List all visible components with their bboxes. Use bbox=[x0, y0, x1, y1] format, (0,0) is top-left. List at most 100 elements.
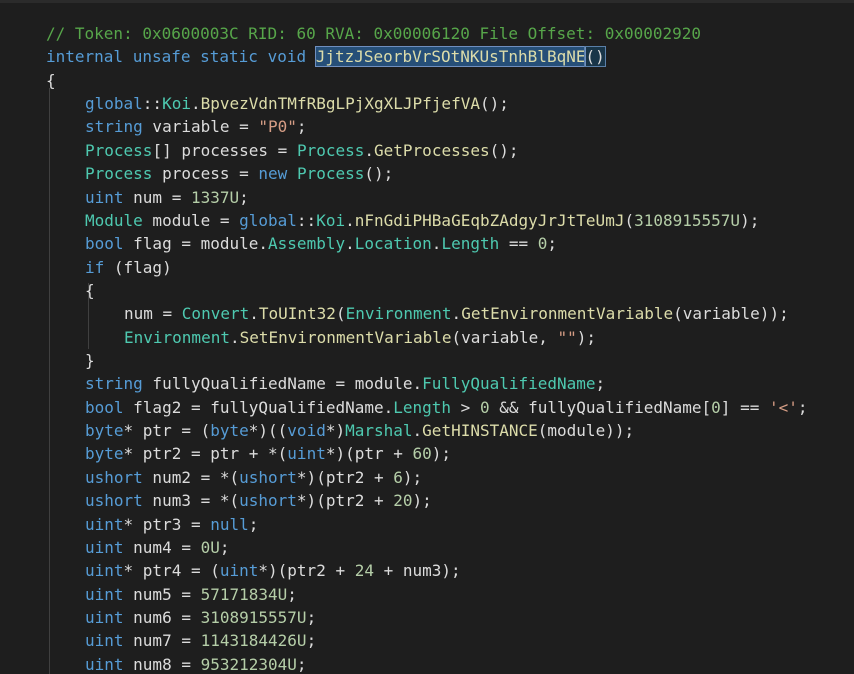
code-keyword: if bbox=[85, 257, 105, 277]
code-line[interactable]: internal unsafe static void JjtzJSeorbVr… bbox=[46, 45, 606, 68]
code-line[interactable]: { bbox=[85, 279, 95, 302]
code-method-name[interactable]: ToUInt32 bbox=[259, 304, 336, 323]
code-keyword: uint bbox=[287, 444, 326, 464]
code-token: . bbox=[451, 304, 462, 324]
code-method-name[interactable]: SetEnvironmentVariable bbox=[240, 328, 452, 347]
code-token: :: bbox=[142, 94, 163, 114]
code-line[interactable]: bool flag2 = fullyQualifiedName.Length >… bbox=[85, 396, 808, 419]
code-type-name[interactable]: Koi bbox=[162, 94, 191, 113]
code-token: . bbox=[229, 327, 240, 347]
editor-top-edge bbox=[0, 0, 854, 3]
code-number-literal: 3108915557U bbox=[200, 608, 307, 627]
code-token: (variable)); bbox=[673, 304, 789, 324]
code-token: ; bbox=[547, 234, 558, 254]
matched-parentheses: () bbox=[584, 46, 606, 68]
code-line[interactable]: Environment.SetEnvironmentVariable(varia… bbox=[124, 326, 596, 349]
code-line[interactable]: num = Convert.ToUInt32(Environment.GetEn… bbox=[124, 302, 789, 325]
code-method-name[interactable]: GetHINSTANCE bbox=[422, 421, 538, 440]
code-line[interactable]: uint num4 = 0U; bbox=[85, 536, 230, 559]
code-line[interactable]: byte* ptr2 = ptr + *(uint*)(ptr + 60); bbox=[85, 442, 451, 465]
code-line[interactable]: Module module = global::Koi.nFnGdiPHBaGE… bbox=[85, 209, 759, 232]
code-number-literal: 0 bbox=[711, 397, 721, 417]
code-type-name[interactable]: Marshal bbox=[345, 421, 412, 440]
code-type-name[interactable]: Process bbox=[85, 141, 152, 160]
code-token: num8 = bbox=[123, 654, 201, 674]
code-line[interactable]: Process[] processes = Process.GetProcess… bbox=[85, 139, 519, 162]
code-number-literal: 953212304U bbox=[200, 654, 297, 674]
code-token: ; bbox=[296, 654, 307, 674]
code-line[interactable]: uint* ptr3 = null; bbox=[85, 513, 258, 536]
code-line[interactable]: string variable = "P0"; bbox=[85, 115, 307, 138]
code-editor[interactable]: // Token: 0x0600003C RID: 60 RVA: 0x0000… bbox=[0, 0, 854, 674]
code-type-name[interactable]: FullyQualifiedName bbox=[422, 374, 595, 393]
code-line[interactable]: { bbox=[46, 69, 56, 92]
code-line[interactable]: uint num = 1337U; bbox=[85, 186, 249, 209]
code-token: ); bbox=[412, 491, 432, 511]
code-token: flag2 = fullyQualifiedName. bbox=[123, 397, 394, 417]
code-line[interactable]: global::Koi.BpvezVdnTMfRBgLPjXgXLJPfjefV… bbox=[85, 92, 509, 115]
code-line[interactable]: uint num7 = 1143184426U; bbox=[85, 629, 316, 652]
code-token: + num3); bbox=[373, 561, 461, 581]
code-token: *)(ptr + bbox=[325, 444, 413, 464]
code-number-literal: 24 bbox=[354, 561, 374, 581]
code-method-name[interactable]: GetEnvironmentVariable bbox=[461, 304, 673, 323]
code-token: ( bbox=[335, 304, 346, 324]
code-token: (); bbox=[479, 94, 509, 114]
code-token: ; bbox=[219, 537, 230, 557]
code-keyword: uint bbox=[85, 187, 124, 207]
code-keyword: unsafe bbox=[132, 47, 191, 67]
code-line[interactable]: ushort num2 = *(ushort*)(ptr2 + 6); bbox=[85, 466, 422, 489]
code-type-name[interactable]: Process bbox=[85, 164, 152, 183]
code-type-name[interactable]: Length bbox=[393, 398, 451, 417]
code-type-name[interactable]: Location bbox=[355, 234, 432, 253]
code-string-literal: "" bbox=[557, 327, 577, 347]
code-token: ; bbox=[296, 117, 307, 137]
code-method-name[interactable]: nFnGdiPHBaGEqbZAdgyJrJtTeUmJ bbox=[355, 211, 625, 230]
code-token: :: bbox=[296, 210, 317, 230]
code-line[interactable]: string fullyQualifiedName = module.Fully… bbox=[85, 372, 605, 395]
code-line[interactable]: byte* ptr = (byte*)((void*)Marshal.GetHI… bbox=[85, 419, 634, 442]
code-type-name[interactable]: Assembly bbox=[268, 234, 345, 253]
code-token: (variable, bbox=[451, 327, 558, 347]
code-keyword: byte bbox=[85, 421, 124, 441]
code-token: . bbox=[431, 234, 442, 254]
code-method-name[interactable]: GetProcesses bbox=[374, 141, 490, 160]
code-line[interactable]: bool flag = module.Assembly.Location.Len… bbox=[85, 232, 557, 255]
code-line[interactable]: } bbox=[85, 349, 95, 372]
selected-method-name[interactable]: JjtzJSeorbVrSOtNKUsTnhBlBqNE bbox=[314, 46, 587, 68]
code-method-name[interactable]: BpvezVdnTMfRBgLPjXgXLJPfjefVA bbox=[201, 94, 480, 113]
code-line[interactable]: uint* ptr4 = (uint*)(ptr2 + 24 + num3); bbox=[85, 559, 461, 582]
code-type-name[interactable]: Environment bbox=[124, 328, 230, 347]
code-keyword: byte bbox=[210, 421, 249, 441]
code-line[interactable]: uint num8 = 953212304U; bbox=[85, 653, 307, 674]
code-keyword: string bbox=[85, 374, 143, 394]
code-line[interactable]: // Token: 0x0600003C RID: 60 RVA: 0x0000… bbox=[46, 22, 701, 45]
code-type-name[interactable]: Process bbox=[297, 164, 364, 183]
code-number-literal: 0 bbox=[479, 397, 490, 417]
code-keyword: ushort bbox=[85, 491, 143, 511]
code-type-name[interactable]: Koi bbox=[316, 211, 345, 230]
code-token: num6 = bbox=[123, 608, 201, 627]
code-line[interactable]: if (flag) bbox=[85, 256, 172, 279]
code-keyword: global bbox=[85, 94, 143, 114]
code-token: num2 = *( bbox=[142, 467, 240, 487]
code-line[interactable]: uint num5 = 57171834U; bbox=[85, 583, 297, 606]
code-line[interactable]: uint num6 = 3108915557U; bbox=[85, 606, 316, 629]
code-type-name[interactable]: Process bbox=[297, 141, 364, 160]
code-type-name[interactable]: Module bbox=[85, 211, 143, 230]
code-type-name[interactable]: Convert bbox=[182, 304, 249, 323]
code-keyword: internal bbox=[46, 47, 124, 67]
code-type-name[interactable]: Environment bbox=[346, 304, 452, 323]
code-type-name[interactable]: Length bbox=[441, 234, 499, 253]
code-keyword: global bbox=[239, 210, 297, 230]
code-token: num = bbox=[123, 187, 191, 207]
code-token: && fullyQualifiedName[ bbox=[489, 397, 712, 417]
code-token: num7 = bbox=[123, 631, 201, 651]
code-line[interactable]: ushort num3 = *(ushort*)(ptr2 + 20); bbox=[85, 489, 432, 512]
code-line[interactable]: Process process = new Process(); bbox=[85, 162, 393, 185]
code-token: *)(( bbox=[248, 421, 288, 441]
code-comment: // Token: 0x0600003C RID: 60 RVA: 0x0000… bbox=[46, 24, 702, 43]
code-keyword: uint bbox=[85, 631, 124, 651]
code-token: . bbox=[345, 210, 355, 230]
